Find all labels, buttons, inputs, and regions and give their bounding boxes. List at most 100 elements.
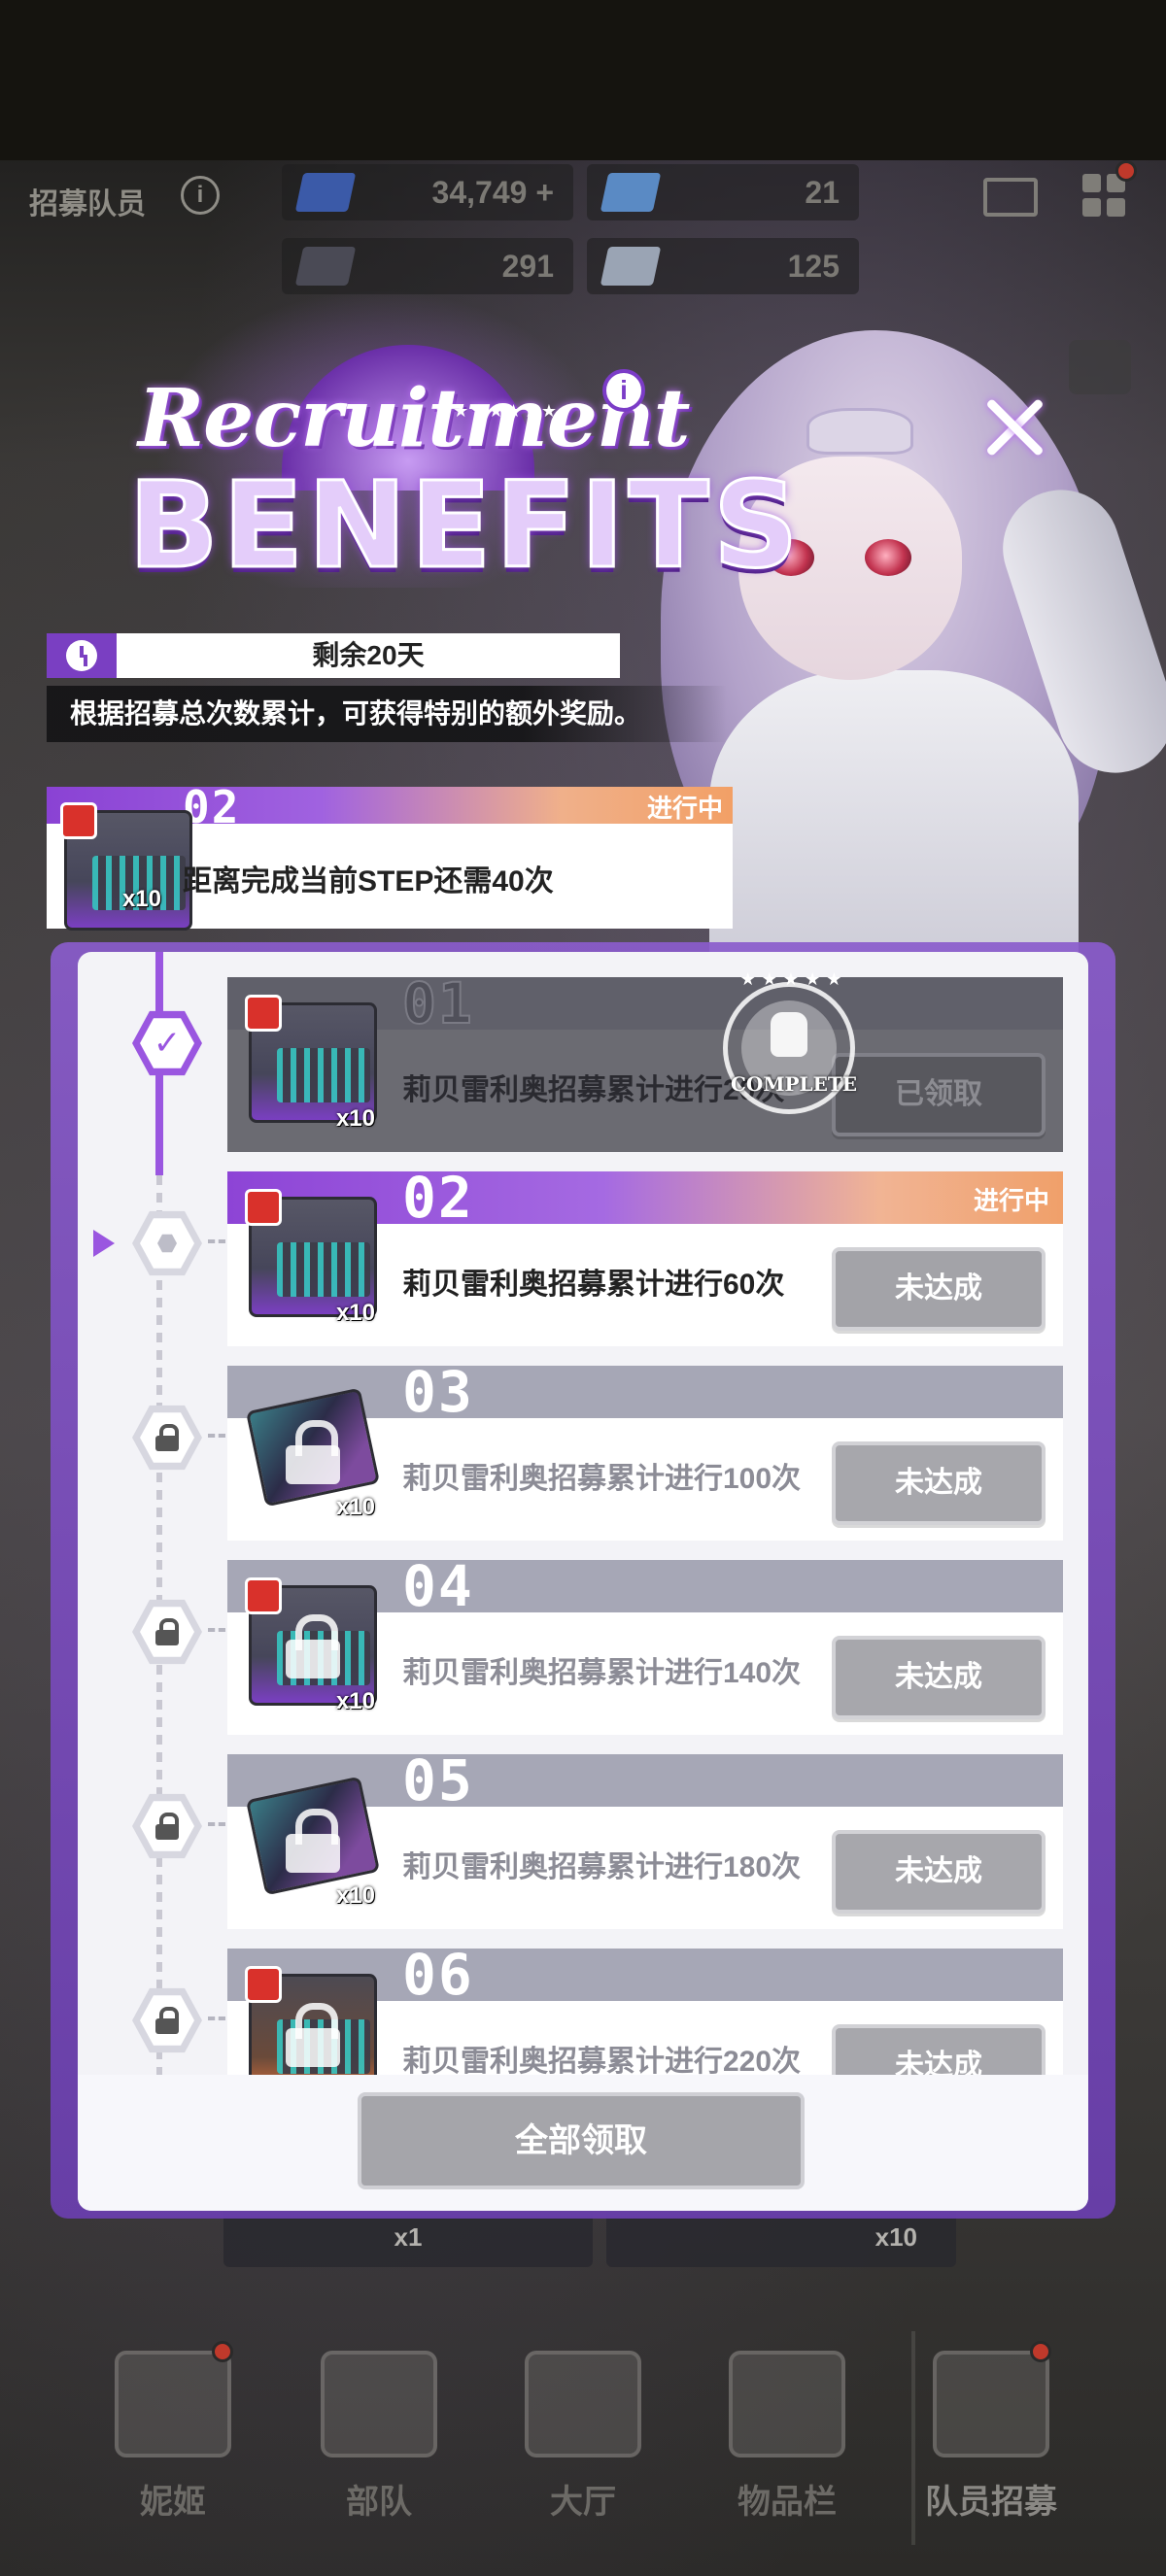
gift-badge-icon <box>60 802 97 839</box>
step-02: 02 进行中 x10 莉贝雷利奥招募累计进行60次 未达成 <box>227 1165 1063 1346</box>
step-number: 02 <box>402 1165 474 1231</box>
reward-thumbnail[interactable]: x10 <box>241 1572 385 1721</box>
nav-recruit[interactable]: 队员招募 <box>894 2351 1088 2523</box>
resource-gems-plus[interactable]: + <box>535 175 554 210</box>
mail-icon[interactable] <box>983 178 1038 217</box>
stamp-stars: ★★★★★ <box>739 969 848 989</box>
resource-ticket-a-value: 21 <box>805 175 840 210</box>
lock-icon <box>155 1618 179 1645</box>
nav-label: 大厅 <box>550 2484 616 2521</box>
current-step-text: 距离完成当前STEP还需40次 <box>183 865 554 898</box>
current-step-status: 进行中 <box>646 794 723 823</box>
remaining-time-bar: 剩余20天 <box>47 633 620 678</box>
nav-squad[interactable]: 部队 <box>282 2351 476 2523</box>
nav-nikke[interactable]: 妮姬 <box>76 2351 270 2523</box>
not-achieved-button[interactable]: 未达成 <box>832 1441 1046 1525</box>
reward-qty: x10 <box>335 1494 375 1520</box>
gift-badge-icon <box>245 1966 282 2003</box>
lock-icon <box>286 1809 340 1873</box>
event-description: 根据招募总次数累计，可获得特别的额外奖励。 <box>47 686 727 742</box>
step-status: 进行中 <box>973 1186 1049 1215</box>
nav-label: 队员招募 <box>925 2484 1057 2521</box>
claim-all-area: 全部领取 <box>78 2075 1088 2211</box>
step-number: 04 <box>402 1553 474 1619</box>
squad-icon <box>321 2351 437 2457</box>
nav-label: 物品栏 <box>737 2484 837 2521</box>
nikke-icon <box>115 2351 231 2457</box>
step-number: 01 <box>401 970 474 1036</box>
reward-qty: x10 <box>121 886 161 912</box>
resource-gems-value: 34,749 <box>431 175 528 210</box>
notification-dot <box>1030 2341 1051 2362</box>
hud-info-icon[interactable]: i <box>181 176 220 215</box>
reward-qty: x10 <box>335 1882 375 1909</box>
gift-badge-icon <box>245 995 282 1032</box>
reward-thumbnail[interactable]: x10 <box>241 989 385 1138</box>
reward-qty: x10 <box>335 1300 375 1326</box>
remaining-time-text: 剩余20天 <box>312 640 425 670</box>
peek-qty: x1 <box>394 2222 423 2252</box>
reward-thumbnail: x10 <box>56 797 192 931</box>
claim-all-button[interactable]: 全部领取 <box>358 2092 805 2189</box>
nav-label: 妮姬 <box>140 2484 206 2521</box>
gem-icon <box>294 173 357 212</box>
step-number: 05 <box>402 1747 474 1813</box>
lock-icon <box>286 1420 340 1484</box>
event-info-icon[interactable]: i <box>602 369 645 412</box>
step-condition: 莉贝雷利奥招募累计进行180次 <box>402 1851 802 1883</box>
nav-label: 部队 <box>346 2484 412 2521</box>
menu-grid-icon[interactable] <box>1082 174 1125 217</box>
lock-icon <box>286 2003 340 2067</box>
hud-title: 招募队员 <box>29 188 146 220</box>
nav-lobby[interactable]: 大厅 <box>486 2351 680 2523</box>
lock-icon <box>155 2007 179 2034</box>
step-node-locked <box>132 1791 225 1861</box>
reward-thumbnail[interactable]: x10 <box>241 1766 385 1915</box>
not-achieved-button[interactable]: 未达成 <box>832 1636 1046 1719</box>
logo-block-text: BENEFITS <box>127 456 803 596</box>
lock-icon <box>155 1813 179 1840</box>
status-bar-area <box>0 0 1166 160</box>
stamp-word: COMPLETE <box>731 1072 857 1096</box>
step-number: 03 <box>402 1359 474 1425</box>
ticket-icon <box>600 173 662 212</box>
step-node-locked <box>132 1403 225 1473</box>
reward-thumbnail[interactable]: x10 <box>241 1183 385 1333</box>
nav-inventory[interactable]: 物品栏 <box>690 2351 884 2523</box>
lobby-icon <box>525 2351 641 2457</box>
complete-stamp: ★★★★★ COMPLETE <box>723 969 857 1114</box>
lock-icon <box>155 1424 179 1451</box>
step-condition: 莉贝雷利奥招募累计进行140次 <box>402 1657 802 1689</box>
step-node-locked <box>132 1985 225 2055</box>
resource-gems[interactable]: 34,749 + <box>282 164 573 220</box>
logo-stars: ★★★★★★★ <box>435 401 559 421</box>
step-01: 01 x10 莉贝雷利奥招募累计进行20次 已领取 ★★★★★ COMPLETE <box>227 969 1063 1152</box>
step-05: 05 x10 莉贝雷利奥招募累计进行180次 未达成 <box>227 1747 1063 1929</box>
peek-qty: x10 <box>874 2222 917 2252</box>
checkmark-icon: ✓ <box>153 1025 182 1062</box>
current-step-banner: 02 进行中 x10 距离完成当前STEP还需40次 <box>47 781 733 931</box>
reward-qty: x10 <box>335 1688 375 1714</box>
reward-qty: x10 <box>335 1105 375 1132</box>
step-list-panel[interactable]: ✓ 01 x10 莉贝雷利奥招募累计进行20次 已领取 ★★★★★ COMPLE… <box>78 952 1088 2211</box>
current-step-pointer-icon <box>93 1230 115 1257</box>
recruit-icon <box>933 2351 1049 2457</box>
gift-badge-icon <box>245 1577 282 1614</box>
notification-dot <box>1115 160 1137 182</box>
step-node-active <box>132 1208 225 1278</box>
thumbs-up-icon <box>771 1012 807 1057</box>
step-node-claimed: ✓ <box>132 1008 202 1078</box>
gift-badge-icon <box>245 1189 282 1226</box>
step-condition: 莉贝雷利奥招募累计进行100次 <box>402 1463 802 1495</box>
step-04: 04 x10 莉贝雷利奥招募累计进行140次 未达成 <box>227 1553 1063 1735</box>
step-node-locked <box>132 1597 225 1667</box>
recruitment-benefits-logo: Recruitment ★★★★★★★ BENEFITS <box>58 257 800 617</box>
not-achieved-button[interactable]: 未达成 <box>832 1830 1046 1914</box>
close-icon[interactable] <box>983 396 1046 458</box>
lock-icon <box>286 1614 340 1678</box>
step-number: 06 <box>402 1942 474 2008</box>
reward-thumbnail[interactable]: x10 <box>241 1377 385 1527</box>
notification-dot <box>212 2341 233 2362</box>
not-achieved-button[interactable]: 未达成 <box>832 1247 1046 1331</box>
step-condition: 莉贝雷利奥招募累计进行60次 <box>402 1269 785 1301</box>
